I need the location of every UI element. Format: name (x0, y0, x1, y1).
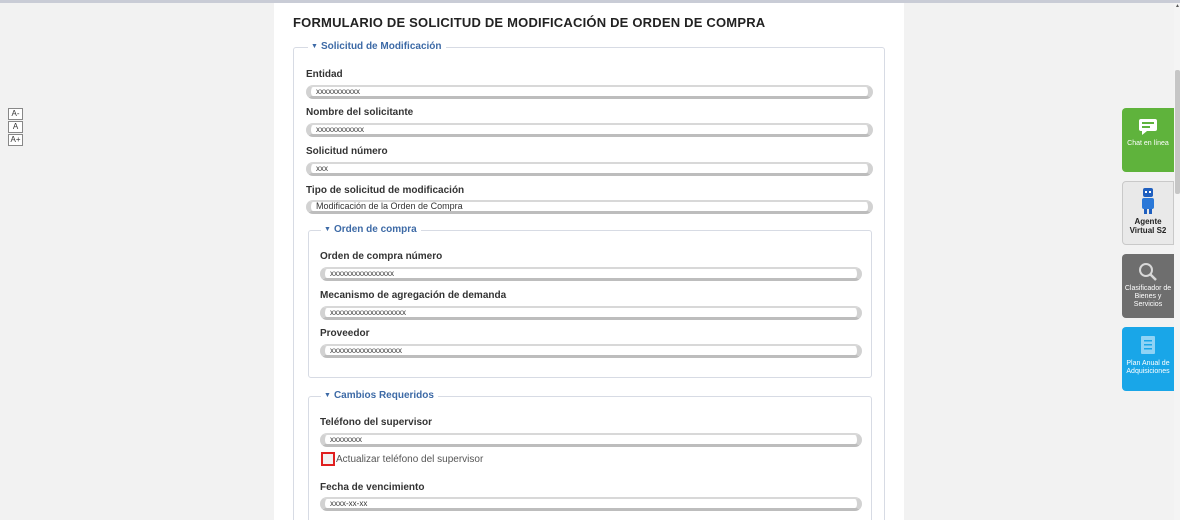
font-reset-button[interactable]: A (8, 121, 23, 133)
chat-bubble-icon (1139, 119, 1157, 135)
plan-anual-label: Plan Anual de Adquisiciones (1126, 360, 1170, 375)
solicitud-legend-toggle[interactable]: ▼ Solicitud de Modificación (308, 40, 446, 54)
form-page: FORMULARIO DE SOLICITUD DE MODIFICACIÓN … (274, 3, 904, 520)
agente-virtual-button[interactable]: Agente Virtual S2 (1122, 181, 1174, 245)
solicitud-legend-label: Solicitud de Modificación (320, 41, 442, 52)
agente-virtual-label: Agente Virtual S2 (1129, 217, 1167, 235)
telefono-supervisor-label: Teléfono del supervisor (320, 417, 433, 428)
orden-numero-field[interactable]: xxxxxxxxxxxxxxxx (320, 267, 862, 281)
fecha-vencimiento-label: Fecha de vencimiento (320, 482, 425, 493)
magnifier-icon (1139, 263, 1157, 281)
font-decrease-button[interactable]: A- (8, 108, 23, 120)
nombre-solicitante-label: Nombre del solicitante (306, 107, 414, 118)
mecanismo-field[interactable]: xxxxxxxxxxxxxxxxxxx (320, 306, 862, 320)
cambios-legend-label: Cambios Requeridos (333, 390, 434, 401)
collapse-triangle-icon: ▼ (324, 392, 331, 399)
tipo-solicitud-label: Tipo de solicitud de modificación (306, 185, 465, 196)
solicitud-numero-field[interactable]: xxx (306, 162, 873, 176)
nombre-solicitante-field[interactable]: xxxxxxxxxxxx (306, 123, 873, 137)
proveedor-label: Proveedor (320, 328, 370, 339)
scrollbar-thumb[interactable] (1175, 70, 1180, 194)
actualizar-telefono-label: Actualizar teléfono del supervisor (336, 454, 484, 465)
chat-en-linea-label: Chat en línea (1127, 140, 1169, 147)
orden-compra-legend-label: Orden de compra (333, 224, 417, 235)
chat-en-linea-button[interactable]: Chat en línea (1122, 108, 1174, 172)
cambios-legend-toggle[interactable]: ▼ Cambios Requeridos (321, 389, 438, 403)
entidad-label: Entidad (306, 69, 343, 80)
robot-agent-icon (1142, 188, 1154, 214)
entidad-field[interactable]: xxxxxxxxxxx (306, 85, 873, 99)
tipo-solicitud-field[interactable]: Modificación de la Orden de Compra (306, 200, 873, 214)
orden-numero-label: Orden de compra número (320, 251, 443, 262)
fecha-vencimiento-field[interactable]: xxxx-xx-xx (320, 497, 862, 511)
document-icon (1141, 336, 1155, 354)
font-increase-button[interactable]: A+ (8, 134, 23, 146)
clasificador-label: Clasificador de Bienes y Servicios (1124, 285, 1172, 308)
collapse-triangle-icon: ▼ (311, 43, 318, 50)
collapse-triangle-icon: ▼ (324, 226, 331, 233)
telefono-supervisor-field[interactable]: xxxxxxxx (320, 433, 862, 447)
actualizar-telefono-checkbox[interactable] (321, 452, 335, 466)
page-title: FORMULARIO DE SOLICITUD DE MODIFICACIÓN … (293, 15, 766, 30)
clasificador-button[interactable]: Clasificador de Bienes y Servicios (1122, 254, 1174, 318)
solicitud-numero-label: Solicitud número (306, 146, 388, 157)
mecanismo-label: Mecanismo de agregación de demanda (320, 290, 507, 301)
scroll-up-arrow-icon[interactable]: ▲ (1175, 3, 1180, 9)
proveedor-field[interactable]: xxxxxxxxxxxxxxxxxx (320, 344, 862, 358)
plan-anual-button[interactable]: Plan Anual de Adquisiciones (1122, 327, 1174, 391)
font-size-tools: A- A A+ (8, 108, 23, 147)
orden-compra-legend-toggle[interactable]: ▼ Orden de compra (321, 223, 421, 237)
